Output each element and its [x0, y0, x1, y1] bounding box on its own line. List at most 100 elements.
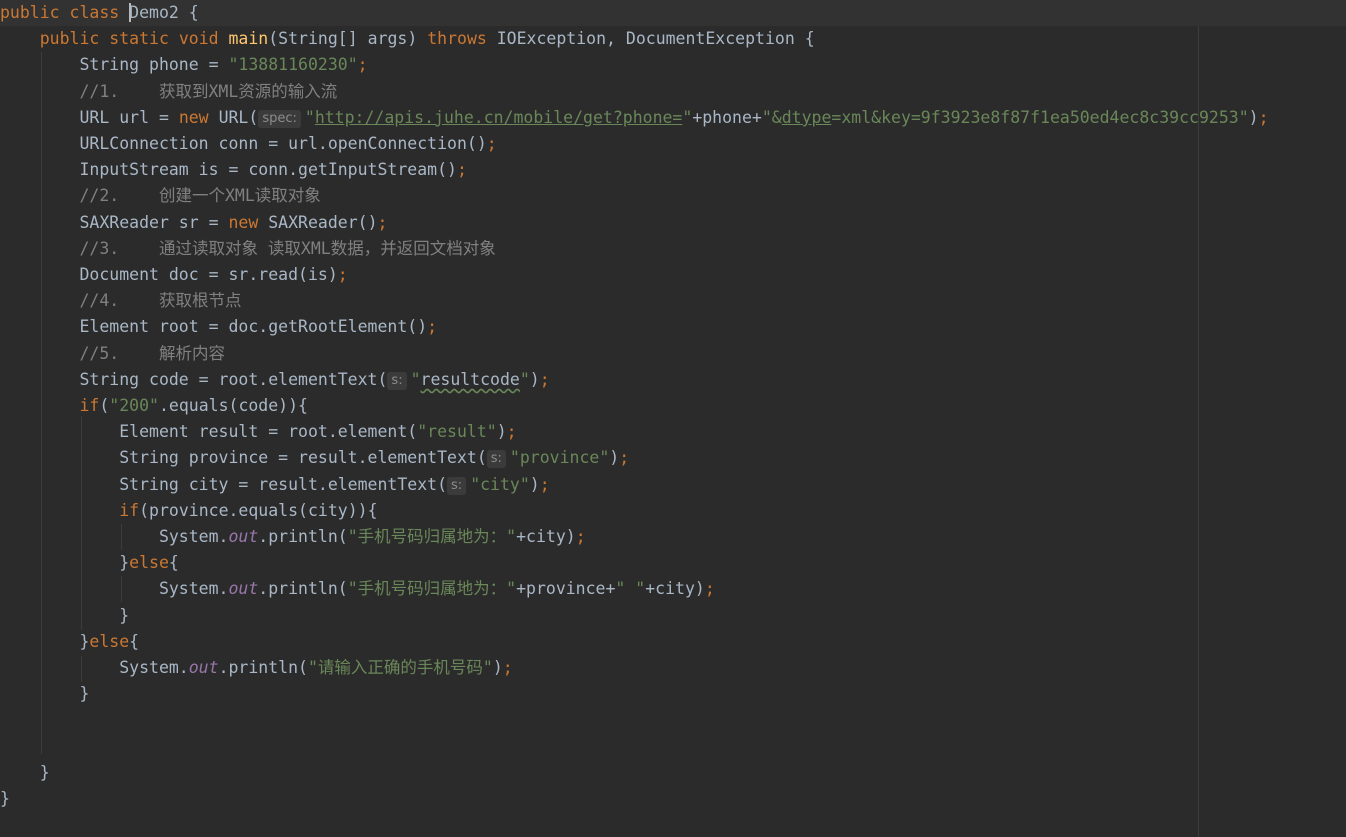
code-line[interactable]: String phone = "13881160230"; — [0, 52, 1346, 78]
code-line[interactable]: SAXReader sr = new SAXReader(); — [0, 210, 1346, 236]
code-token: ; — [357, 55, 368, 75]
code-line[interactable]: if(province.equals(city)){ — [0, 498, 1346, 524]
code-line[interactable]: } — [0, 760, 1346, 786]
code-token: } — [0, 789, 10, 808]
code-token: } — [0, 762, 50, 782]
code-token: dtype — [781, 107, 832, 127]
code-token: .println( — [258, 579, 348, 599]
code-line[interactable]: String code = root.elementText(s: "result… — [0, 367, 1346, 393]
code-line[interactable]: String province = result.elementText(s: "… — [0, 445, 1346, 471]
code-line[interactable]: //1. 获取到XML资源的输入流 — [0, 79, 1346, 105]
code-token: ) — [609, 448, 620, 468]
code-line[interactable]: //3. 通过读取对象 读取XML数据，并返回文档对象 — [0, 236, 1346, 262]
code-token: "200" — [109, 396, 159, 415]
code-token: else — [129, 553, 169, 573]
code-token: ; — [486, 134, 497, 153]
code-line[interactable]: }else{ — [0, 550, 1346, 576]
code-token: ; — [619, 448, 630, 468]
code-token: "手机号码归属地为：" — [347, 579, 517, 599]
code-token: out — [228, 579, 259, 599]
code-line[interactable]: URLConnection conn = url.openConnection(… — [0, 131, 1346, 157]
code-line[interactable]: Document doc = sr.read(is); — [0, 262, 1346, 288]
code-token: URL url = — [0, 107, 179, 127]
code-token: ; — [456, 160, 467, 180]
code-token: System. — [0, 527, 229, 546]
code-line[interactable]: Element root = doc.getRootElement(); — [0, 314, 1346, 340]
code-line[interactable]: public static void main(String[] args) t… — [0, 26, 1346, 52]
code-token: resultcode — [420, 369, 520, 389]
code-line[interactable]: } — [0, 603, 1346, 629]
code-line[interactable] — [0, 707, 1346, 733]
code-line[interactable]: public class Demo2 { — [0, 0, 1346, 26]
code-line[interactable]: System.out.println("请输入正确的手机号码"); — [0, 655, 1346, 681]
code-token: if — [119, 500, 140, 520]
code-token: { — [129, 631, 140, 651]
code-token: if — [79, 396, 100, 415]
code-token: =xml&key=9f3923e8f87f1ea50ed4ec8c39cc925… — [831, 107, 1249, 127]
code-line[interactable]: } — [0, 681, 1346, 707]
code-token: .equals(code)){ — [158, 396, 308, 415]
code-token: "& — [761, 107, 782, 127]
code-line[interactable]: System.out.println("手机号码归属地为："+city); — [0, 524, 1346, 550]
parameter-hint: s: — [387, 371, 407, 390]
code-token: ; — [704, 579, 715, 599]
code-token: (province.equals(city)){ — [139, 500, 378, 520]
code-line[interactable]: Element result = root.element("result"); — [0, 419, 1346, 445]
code-line[interactable]: InputStream is = conn.getInputStream(); — [0, 157, 1346, 183]
code-line[interactable]: if("200".equals(code)){ — [0, 393, 1346, 419]
code-token: " — [304, 107, 315, 127]
code-token: public static void — [39, 29, 229, 49]
code-token: ; — [1258, 107, 1269, 127]
code-line[interactable]: } — [0, 786, 1346, 812]
code-token: new — [228, 212, 269, 232]
code-line[interactable]: }else{ — [0, 629, 1346, 655]
code-line[interactable]: //5. 解析内容 — [0, 341, 1346, 367]
code-token: " " — [615, 579, 646, 599]
code-token: +city) — [516, 527, 576, 546]
code-line[interactable]: System.out.println("手机号码归属地为："+province+… — [0, 576, 1346, 602]
code-token: ; — [506, 422, 517, 442]
code-token: ; — [575, 527, 586, 546]
code-line[interactable]: String city = result.elementText(s: "city… — [0, 472, 1346, 498]
code-line[interactable]: URL url = new URL(spec: "http://apis.juhe… — [0, 105, 1346, 131]
code-token: "请输入正确的手机号码" — [307, 658, 493, 677]
code-token: //1. 获取到XML资源的输入流 — [79, 81, 338, 101]
code-line[interactable] — [0, 734, 1346, 760]
code-token: out — [188, 658, 219, 677]
code-token: ; — [539, 474, 550, 494]
code-token: System. — [0, 658, 189, 677]
code-token: { — [168, 553, 179, 573]
code-token: ) — [1248, 107, 1259, 127]
code-token: ; — [502, 658, 513, 677]
code-token: //4. 获取根节点 — [79, 291, 242, 311]
code-token: public class — [0, 3, 130, 22]
code-token: "province" — [509, 448, 610, 468]
code-token: "13881160230" — [228, 55, 358, 75]
code-token: IOException, DocumentException { — [496, 29, 815, 49]
code-token: ) — [496, 422, 507, 442]
code-token: //3. 通过读取对象 读取XML数据，并返回文档对象 — [79, 238, 496, 258]
code-line[interactable]: //2. 创建一个XML读取对象 — [0, 183, 1346, 209]
code-token: .println( — [218, 658, 308, 677]
code-token: ) — [529, 474, 540, 494]
code-line[interactable]: //4. 获取根节点 — [0, 288, 1346, 314]
code-token: " — [410, 369, 421, 389]
code-token: " — [682, 107, 693, 127]
code-token: Element root = doc.getRootElement() — [0, 317, 428, 337]
code-editor[interactable]: public class Demo2 { public static void … — [0, 0, 1346, 837]
code-token: } — [0, 631, 90, 651]
parameter-hint: s: — [447, 476, 467, 495]
code-token: Element result = root.element( — [0, 422, 418, 442]
code-token: http://apis.juhe.cn/mobile/get?phone= — [314, 107, 683, 127]
code-token: SAXReader() — [268, 212, 378, 232]
code-token: } — [0, 553, 130, 573]
code-token: ; — [377, 212, 388, 232]
